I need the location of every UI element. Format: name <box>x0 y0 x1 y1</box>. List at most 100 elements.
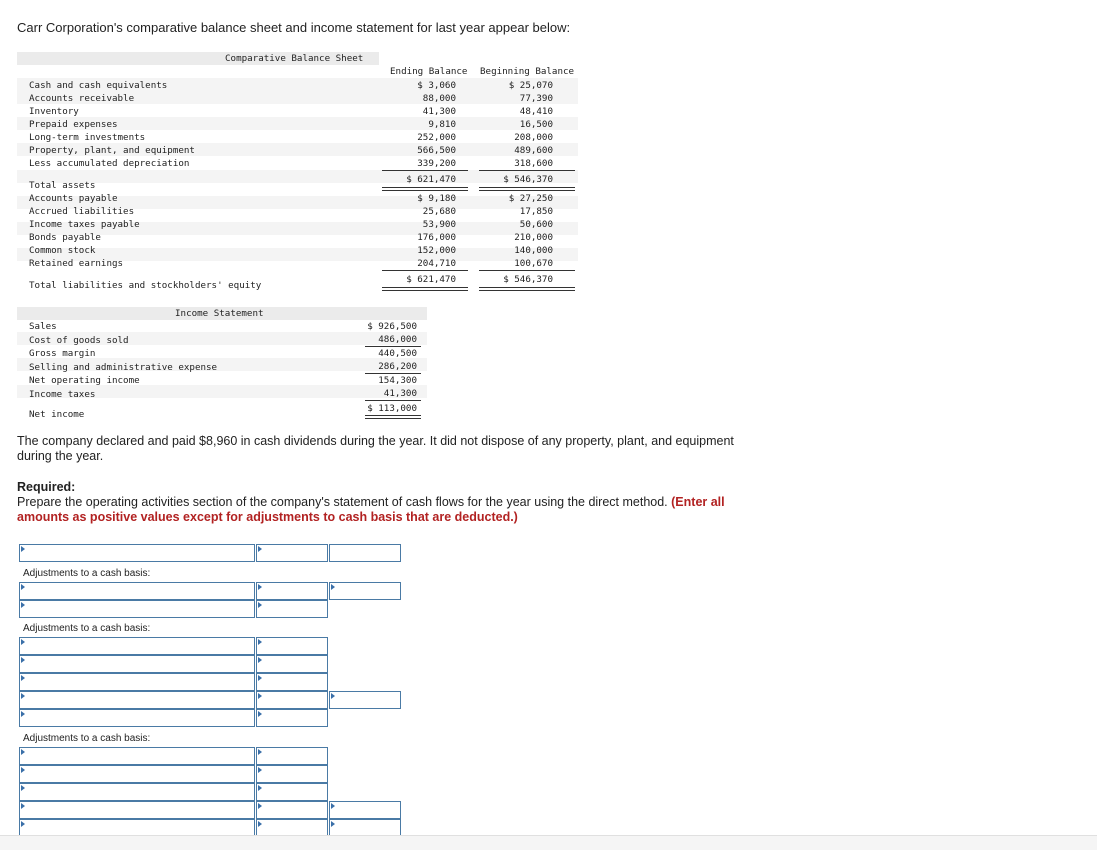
total-input[interactable] <box>329 691 401 709</box>
income-row-label: Cost of goods sold <box>29 335 129 346</box>
answer-row <box>19 673 399 691</box>
dropdown-indicator-icon <box>21 785 25 791</box>
income-row-value: 41,300 <box>383 388 417 399</box>
line-item-select[interactable] <box>19 544 255 562</box>
double-underline <box>382 287 468 291</box>
asset-end: 339,200 <box>417 158 456 169</box>
line-item-select[interactable] <box>19 801 255 819</box>
total-assets-label: Total assets <box>29 180 96 191</box>
income-row-value: 486,000 <box>378 334 417 345</box>
dropdown-indicator-icon <box>21 639 25 645</box>
liability-begin: $ 27,250 <box>508 193 553 204</box>
liability-end: 25,680 <box>422 206 456 217</box>
total-liabilities-end: $ 621,470 <box>406 274 456 285</box>
adjustments-label: Adjustments to a cash basis: <box>19 619 255 639</box>
balance-sheet-title: Comparative Balance Sheet <box>225 53 364 64</box>
asset-end: 252,000 <box>417 132 456 143</box>
asset-end: $ 3,060 <box>417 80 456 91</box>
dropdown-indicator-icon <box>258 584 262 590</box>
amount-input[interactable] <box>256 582 328 600</box>
dropdown-indicator-icon <box>258 711 262 717</box>
liability-begin: 50,600 <box>519 219 553 230</box>
line-item-select[interactable] <box>19 747 255 765</box>
line-item-select[interactable] <box>19 765 255 783</box>
dropdown-indicator-icon <box>21 602 25 608</box>
asset-begin: 208,000 <box>514 132 553 143</box>
income-row-label: Gross margin <box>29 348 96 359</box>
liability-label: Retained earnings <box>29 258 124 269</box>
amount-input[interactable] <box>256 801 328 819</box>
line-item-select[interactable] <box>19 673 255 691</box>
liability-label: Income taxes payable <box>29 219 140 230</box>
amount-input[interactable] <box>256 765 328 783</box>
dropdown-indicator-icon <box>21 657 25 663</box>
income-row-value: 440,500 <box>378 348 417 359</box>
asset-label: Property, plant, and equipment <box>29 145 195 156</box>
asset-label: Prepaid expenses <box>29 119 118 130</box>
dropdown-indicator-icon <box>258 803 262 809</box>
line-item-select[interactable] <box>19 655 255 673</box>
dropdown-indicator-icon <box>21 675 25 681</box>
adjustments-label: Adjustments to a cash basis: <box>19 729 255 749</box>
answer-row <box>19 783 399 801</box>
intro-text: Carr Corporation's comparative balance s… <box>17 20 571 35</box>
amount-input[interactable] <box>256 655 328 673</box>
amount-input[interactable] <box>256 673 328 691</box>
double-underline <box>382 187 468 191</box>
answer-row <box>19 709 399 727</box>
income-row-label: Net operating income <box>29 375 140 386</box>
dropdown-indicator-icon <box>258 821 262 827</box>
underline <box>479 170 575 171</box>
liability-label: Accounts payable <box>29 193 118 204</box>
amount-input[interactable] <box>256 783 328 801</box>
asset-end: 41,300 <box>422 106 456 117</box>
line-item-select[interactable] <box>19 582 255 600</box>
dropdown-indicator-icon <box>258 639 262 645</box>
amount-input[interactable] <box>256 544 328 562</box>
dropdown-indicator-icon <box>21 749 25 755</box>
underline <box>365 346 421 347</box>
income-row-value: $ 926,500 <box>367 321 417 332</box>
underline <box>479 270 575 271</box>
asset-end: 88,000 <box>422 93 456 104</box>
asset-begin: 48,410 <box>519 106 553 117</box>
answer-row <box>19 637 399 655</box>
ending-balance-header: Ending Balance <box>390 66 468 77</box>
income-statement-title: Income Statement <box>175 308 264 319</box>
amount-input[interactable] <box>256 600 328 618</box>
asset-label: Inventory <box>29 106 79 117</box>
total-input[interactable] <box>329 544 401 562</box>
dropdown-indicator-icon <box>21 803 25 809</box>
liability-begin: 100,670 <box>514 258 553 269</box>
amount-input[interactable] <box>256 637 328 655</box>
underline <box>365 373 421 374</box>
line-item-select[interactable] <box>19 691 255 709</box>
required-text: Prepare the operating activities section… <box>17 495 668 509</box>
dropdown-indicator-icon <box>21 711 25 717</box>
total-input[interactable] <box>329 801 401 819</box>
line-item-select[interactable] <box>19 600 255 618</box>
amount-input[interactable] <box>256 691 328 709</box>
asset-begin: 16,500 <box>519 119 553 130</box>
asset-label: Accounts receivable <box>29 93 135 104</box>
asset-begin: 77,390 <box>519 93 553 104</box>
liability-end: $ 9,180 <box>417 193 456 204</box>
double-underline <box>479 287 575 291</box>
income-row-label: Selling and administrative expense <box>29 362 218 373</box>
line-item-select[interactable] <box>19 637 255 655</box>
answer-row <box>19 582 401 600</box>
asset-label: Cash and cash equivalents <box>29 80 168 91</box>
amount-input[interactable] <box>256 747 328 765</box>
amount-input[interactable] <box>256 709 328 727</box>
income-row-value: 286,200 <box>378 361 417 372</box>
answer-row <box>19 655 399 673</box>
line-item-select[interactable] <box>19 783 255 801</box>
line-item-select[interactable] <box>19 709 255 727</box>
liability-begin: 140,000 <box>514 245 553 256</box>
dropdown-indicator-icon <box>258 785 262 791</box>
dropdown-indicator-icon <box>258 767 262 773</box>
answer-row <box>19 691 401 709</box>
answer-row <box>19 544 401 562</box>
answer-row <box>19 600 399 618</box>
total-input[interactable] <box>329 582 401 600</box>
